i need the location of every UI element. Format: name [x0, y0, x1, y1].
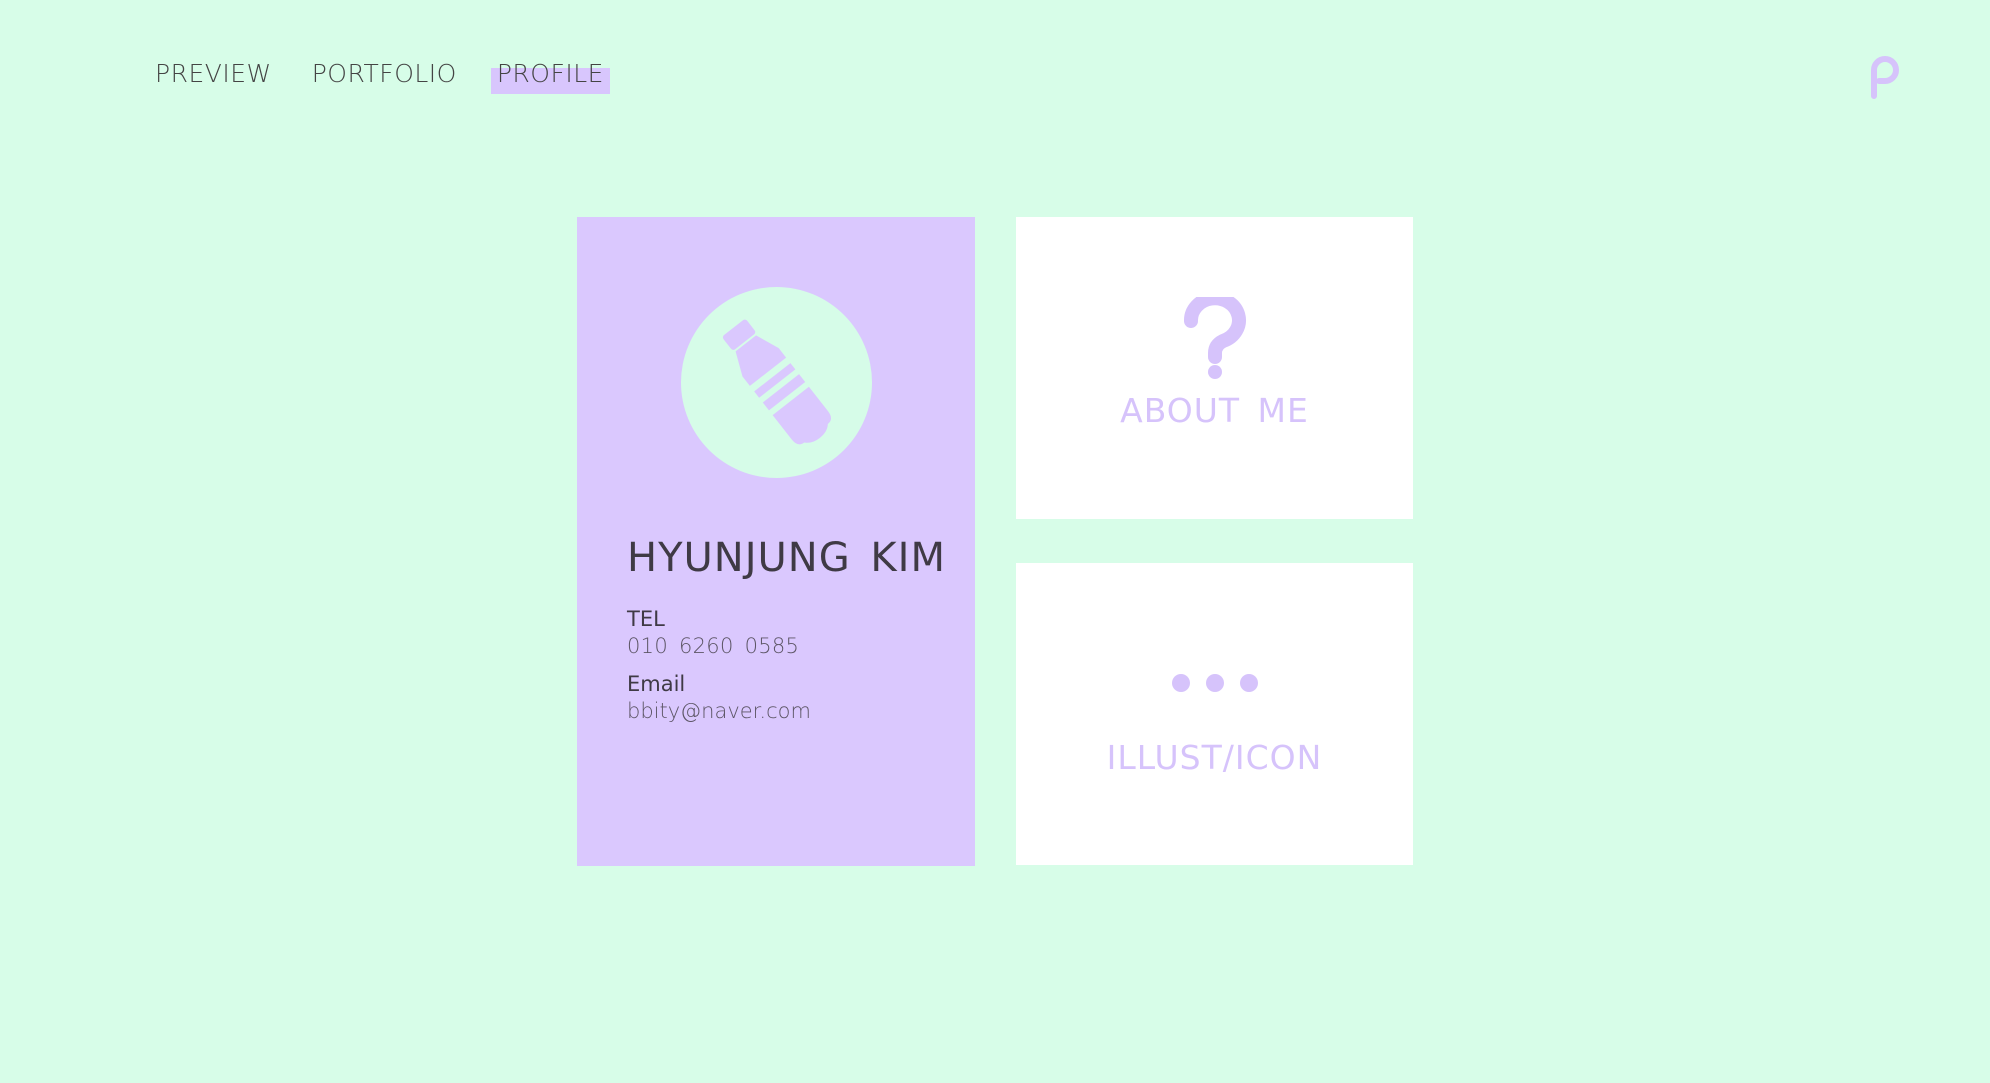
nav-preview-label: PREVIEW [155, 59, 272, 88]
tel-value: 010 6260 0585 [627, 634, 800, 658]
about-me-tile[interactable]: ABOUT ME [1016, 217, 1413, 519]
tel-label: TEL [627, 607, 665, 631]
profile-card: HYUNJUNG KIM TEL 010 6260 0585 Email bbi… [577, 217, 975, 866]
question-mark-icon [1183, 291, 1247, 379]
profile-name: HYUNJUNG KIM [627, 535, 946, 581]
top-nav: PREVIEW PORTFOLIO PROFILE [155, 56, 644, 94]
nav-profile[interactable]: PROFILE [490, 56, 611, 94]
p-logo-icon[interactable] [1870, 56, 1900, 100]
ellipsis-icon [1170, 671, 1260, 695]
nav-profile-label: PROFILE [496, 59, 604, 88]
nav-portfolio[interactable]: PORTFOLIO [312, 56, 457, 92]
email-value: bbity@naver.com [627, 699, 811, 723]
about-me-label: ABOUT ME [1120, 391, 1309, 430]
water-bottle-icon [722, 319, 832, 445]
nav-preview[interactable]: PREVIEW [155, 56, 272, 92]
nav-portfolio-label: PORTFOLIO [311, 59, 457, 88]
email-label: Email [627, 672, 686, 696]
illust-icon-label: ILLUST/ICON [1106, 738, 1323, 777]
illust-icon-tile[interactable]: ILLUST/ICON [1016, 563, 1413, 865]
avatar [681, 287, 872, 478]
